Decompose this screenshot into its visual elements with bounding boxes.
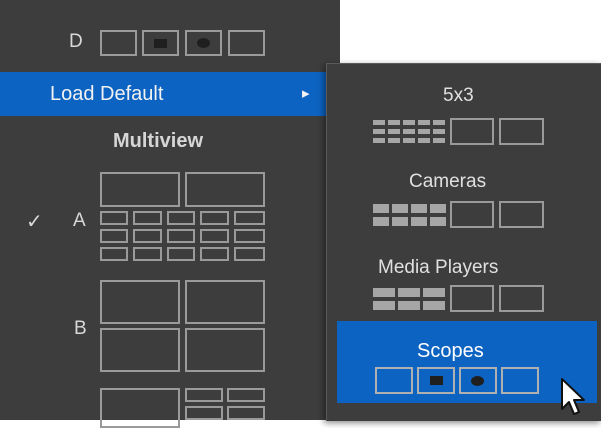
submenu-item-label: Cameras — [409, 171, 487, 192]
multiview-header: Multiview — [113, 130, 204, 152]
submenu-item-label: Scopes — [417, 340, 484, 362]
checkmark-icon: ✓ — [26, 211, 43, 233]
layout-a-letter: A — [73, 210, 86, 231]
layout-b-letter: B — [74, 318, 87, 339]
submenu-item-label: 5x3 — [443, 85, 474, 106]
load-default-submenu: 5x3 Cameras Media Players Scopes — [326, 63, 601, 421]
submenu-arrow-icon: ▸ — [302, 85, 310, 102]
mouse-pointer-icon — [561, 378, 585, 415]
submenu-item-scopes[interactable]: Scopes — [337, 321, 597, 403]
submenu-item-label: Media Players — [378, 257, 499, 278]
layout-d-letter: D — [69, 31, 83, 52]
multiview-menu: D Load Default ▸ Multiview ✓ A B — [0, 0, 340, 428]
load-default-item[interactable]: Load Default ▸ — [0, 72, 330, 116]
load-default-label: Load Default — [50, 83, 164, 105]
